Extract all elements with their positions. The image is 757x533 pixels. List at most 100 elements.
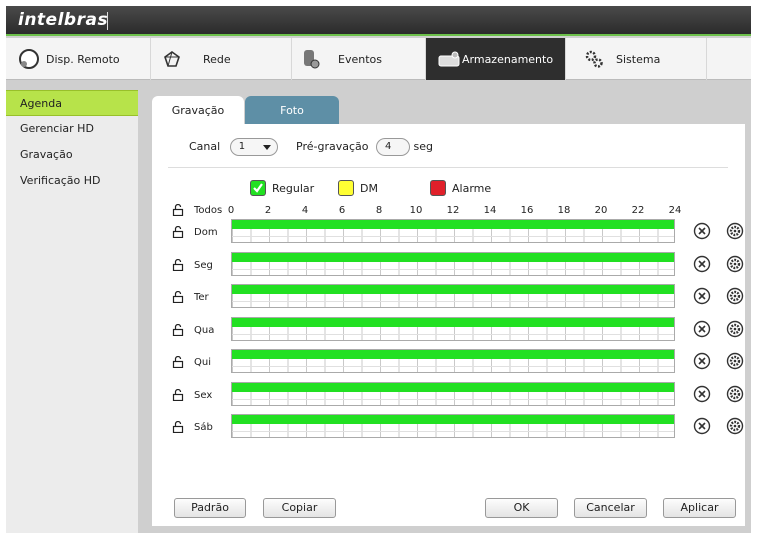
unlock-icon[interactable] — [172, 291, 184, 303]
gear-icon[interactable] — [726, 222, 744, 240]
gear-icon[interactable] — [726, 255, 744, 273]
recording-fill — [232, 415, 674, 424]
grid-line — [232, 431, 674, 432]
sidebar-item-manage-hd[interactable]: Gerenciar HD — [6, 116, 138, 142]
gear-icon[interactable] — [726, 320, 744, 338]
legend-alarm[interactable]: Alarme — [430, 180, 491, 196]
chevron-down-icon — [262, 145, 271, 150]
channel-select[interactable]: 1 — [229, 138, 278, 156]
channel-row: Canal 1 — [189, 138, 278, 156]
unlock-icon[interactable] — [172, 323, 184, 336]
tab-recording[interactable]: Gravação — [152, 96, 244, 126]
events-icon — [302, 49, 320, 69]
day-schedule-bar[interactable] — [231, 251, 675, 276]
nav-label: Rede — [203, 52, 231, 66]
hour-label: 18 — [557, 205, 571, 216]
nav-system[interactable]: Sistema — [566, 38, 707, 80]
hour-label: 8 — [375, 205, 383, 216]
all-days-label: Todos — [194, 205, 223, 216]
divider — [168, 167, 728, 168]
day-schedule-bar[interactable] — [231, 414, 675, 438]
hour-label: 24 — [668, 205, 682, 216]
unlock-icon[interactable] — [172, 388, 184, 401]
day-label: Ter — [194, 292, 209, 303]
day-label: Dom — [194, 227, 218, 238]
channel-label: Canal — [189, 140, 221, 153]
storage-icon — [438, 51, 460, 67]
hour-label: 2 — [264, 205, 272, 216]
legend-label: DM — [360, 181, 378, 195]
recording-fill — [232, 350, 674, 359]
hour-label: 0 — [227, 205, 235, 216]
legend-dm[interactable]: DM — [338, 180, 378, 196]
nav-label: Sistema — [616, 52, 661, 66]
ok-button[interactable]: OK — [485, 498, 558, 518]
sidebar-item-recording[interactable]: Gravação — [6, 142, 138, 168]
prerecord-input[interactable]: 4 — [375, 138, 410, 156]
gear-icon[interactable] — [726, 287, 744, 305]
grid-line — [232, 366, 674, 367]
legend-label: Regular — [272, 181, 315, 195]
close-icon[interactable] — [693, 417, 711, 435]
hour-label: 16 — [520, 205, 534, 216]
grid-line — [232, 398, 674, 400]
grid-line — [232, 268, 674, 270]
tab-photo[interactable]: Foto — [245, 96, 339, 126]
close-icon[interactable] — [693, 287, 711, 305]
nav-label: Disp. Remoto — [46, 52, 120, 66]
sidebar-item-hd-check[interactable]: Verificação HD — [6, 168, 138, 194]
unlock-icon[interactable] — [172, 356, 184, 368]
day-schedule-bar[interactable] — [231, 349, 675, 373]
legend-label: Alarme — [452, 181, 492, 195]
recording-fill — [232, 220, 674, 229]
close-icon[interactable] — [693, 320, 711, 338]
recording-fill — [232, 382, 674, 392]
nav-storage[interactable]: Armazenamento — [426, 38, 566, 80]
day-label: Sex — [194, 389, 213, 401]
apply-button[interactable]: Aplicar — [663, 498, 736, 518]
remote-device-icon — [18, 48, 40, 70]
alarm-swatch — [430, 180, 446, 196]
hour-label: 22 — [631, 205, 645, 216]
close-icon[interactable] — [693, 385, 711, 403]
app-window: intelbras Disp. Remoto Rede Eventos Arma… — [6, 6, 751, 533]
unlock-icon[interactable] — [172, 421, 184, 433]
prerecord-unit: seg — [413, 140, 433, 153]
nav-remote-devices[interactable]: Disp. Remoto — [6, 38, 151, 80]
day-label: Seg — [194, 259, 213, 271]
nav-events[interactable]: Eventos — [292, 38, 426, 80]
grid-line — [232, 236, 674, 237]
main-nav: Disp. Remoto Rede Eventos Armazenamento … — [6, 38, 751, 80]
close-icon[interactable] — [693, 255, 711, 273]
sidebar-item-schedule[interactable]: Agenda — [6, 90, 138, 116]
gear-icon[interactable] — [726, 352, 744, 370]
day-schedule-bar[interactable] — [231, 219, 675, 243]
brand-logo: intelbras — [18, 10, 109, 30]
sidebar: Agenda Gerenciar HD Gravação Verificação… — [6, 90, 138, 533]
close-icon[interactable] — [693, 352, 711, 370]
day-schedule-bar[interactable] — [231, 316, 675, 341]
gear-icon[interactable] — [726, 385, 744, 403]
gear-icon — [584, 49, 604, 69]
gear-icon[interactable] — [726, 417, 744, 435]
close-icon[interactable] — [693, 222, 711, 240]
channel-value: 1 — [238, 141, 246, 152]
unlock-icon[interactable] — [172, 226, 184, 238]
legend-regular[interactable]: Regular — [250, 180, 314, 196]
hour-label: 12 — [446, 205, 460, 216]
cancel-button[interactable]: Cancelar — [574, 498, 647, 518]
nav-label: Armazenamento — [462, 52, 554, 66]
hour-label: 20 — [594, 205, 608, 216]
unlock-icon[interactable] — [172, 204, 184, 216]
nav-network[interactable]: Rede — [151, 38, 292, 80]
prerecord-value: 4 — [384, 141, 392, 152]
grid-line — [232, 333, 674, 335]
day-schedule-bar[interactable] — [231, 381, 675, 406]
copy-button[interactable]: Copiar — [263, 498, 336, 518]
recording-fill — [232, 285, 674, 294]
unlock-icon[interactable] — [172, 258, 184, 271]
day-schedule-bar[interactable] — [231, 284, 675, 308]
default-button[interactable]: Padrão — [174, 498, 246, 518]
grid-line — [232, 301, 674, 302]
prerecord-row: Pré-gravação 4 seg — [296, 138, 433, 156]
